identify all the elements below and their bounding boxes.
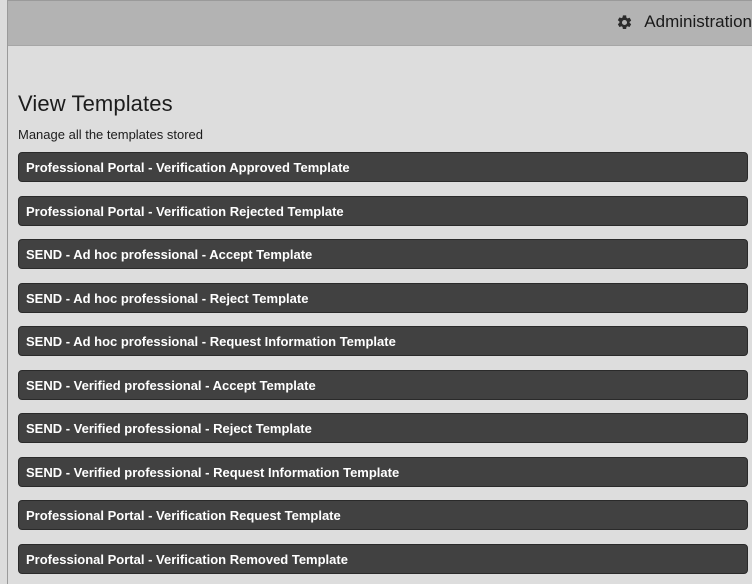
template-item[interactable]: SEND - Verified professional - Accept Te… <box>18 369 748 400</box>
gear-icon <box>618 14 632 29</box>
top-bar: Administration <box>8 1 752 46</box>
template-item-label: SEND - Ad hoc professional - Request Inf… <box>26 334 396 349</box>
template-item[interactable]: Professional Portal - Verification Appro… <box>18 152 748 182</box>
template-item-label: Professional Portal - Verification Rejec… <box>26 203 344 219</box>
template-item-label: Professional Portal - Verification Remov… <box>26 551 348 567</box>
template-item-label: Professional Portal - Verification Appro… <box>26 160 350 175</box>
template-item[interactable]: Professional Portal - Verification Rejec… <box>18 195 748 226</box>
template-item-label: SEND - Ad hoc professional - Reject Temp… <box>26 290 309 306</box>
template-item-label: Professional Portal - Verification Reque… <box>26 508 341 523</box>
template-item[interactable]: Professional Portal - Verification Reque… <box>18 500 748 530</box>
template-item[interactable]: SEND - Ad hoc professional - Reject Temp… <box>18 282 748 313</box>
template-item[interactable]: Professional Portal - Verification Remov… <box>18 543 748 574</box>
main-content: View Templates Manage all the templates … <box>8 91 752 574</box>
page-subtitle: Manage all the templates stored <box>18 127 203 142</box>
template-item[interactable]: SEND - Ad hoc professional - Accept Temp… <box>18 239 748 269</box>
template-item-label: SEND - Verified professional - Request I… <box>26 464 400 480</box>
template-item-label: SEND - Ad hoc professional - Accept Temp… <box>26 247 313 262</box>
template-item[interactable]: SEND - Verified professional - Reject Te… <box>18 413 748 443</box>
template-item-label: SEND - Verified professional - Accept Te… <box>26 377 316 393</box>
template-item[interactable]: SEND - Ad hoc professional - Request Inf… <box>18 326 748 356</box>
app-frame: Administration View Templates Manage all… <box>7 0 752 584</box>
administration-menu[interactable]: Administration <box>616 12 752 32</box>
template-item[interactable]: SEND - Verified professional - Request I… <box>18 456 748 487</box>
template-item-label: SEND - Verified professional - Reject Te… <box>26 421 312 436</box>
page-title: View Templates <box>18 91 173 116</box>
template-list: Professional Portal - Verification Appro… <box>18 152 752 574</box>
administration-label[interactable]: Administration <box>644 12 752 32</box>
